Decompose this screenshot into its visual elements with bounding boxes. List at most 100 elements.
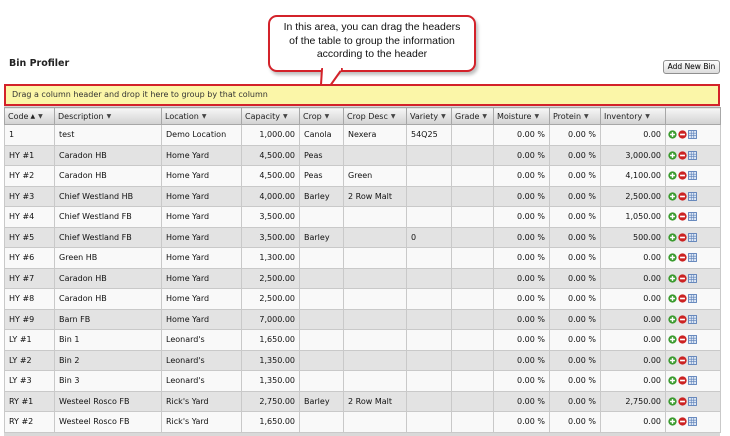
details-icon[interactable] [688, 212, 697, 222]
chevron-down-icon[interactable]: ▼ [38, 113, 43, 120]
cell-grade [451, 247, 494, 269]
chevron-down-icon[interactable]: ▼ [325, 113, 330, 120]
table-row[interactable]: HY #2 Caradon HB Home Yard 4,500.00 Peas Gree… [4, 165, 721, 187]
table-row[interactable]: RY #2 Westeel Rosco FB Rick's Yard 1,650.00… [4, 411, 721, 433]
delete-icon[interactable] [678, 315, 687, 324]
add-icon[interactable] [668, 417, 677, 426]
details-icon[interactable] [688, 191, 697, 201]
table-row[interactable]: HY #8 Caradon HB Home Yard 2,500.00 0.00 % 0.… [4, 288, 721, 310]
column-header-variety[interactable]: Variety ▼ [406, 107, 452, 125]
delete-icon[interactable] [678, 274, 687, 283]
chevron-down-icon[interactable]: ▼ [584, 113, 589, 120]
details-icon[interactable] [688, 396, 697, 406]
delete-icon[interactable] [678, 233, 687, 242]
delete-icon[interactable] [678, 192, 687, 201]
table-row[interactable]: 1 test Demo Location 1,000.00 Canola Nexera 54… [4, 124, 721, 146]
cell-moisture: 0.00 % [493, 370, 550, 392]
sort-ascending-icon: ▲ [30, 112, 36, 120]
delete-icon[interactable] [678, 171, 687, 180]
table-row[interactable]: LY #2 Bin 2 Leonard's 1,350.00 0.00 % 0.00 % 0… [4, 349, 721, 371]
add-new-bin-button[interactable]: Add New Bin [663, 60, 720, 74]
cell-code: HY #4 [4, 206, 55, 228]
delete-icon[interactable] [678, 356, 687, 365]
cell-code: RY #1 [4, 390, 55, 412]
table-row[interactable]: HY #9 Barn FB Home Yard 7,000.00 0.00 % 0.00 … [4, 308, 721, 330]
details-icon[interactable] [688, 232, 697, 242]
details-icon[interactable] [688, 376, 697, 386]
details-icon[interactable] [688, 171, 697, 181]
details-icon[interactable] [688, 253, 697, 263]
chevron-down-icon[interactable]: ▼ [107, 113, 112, 120]
add-icon[interactable] [668, 151, 677, 160]
add-icon[interactable] [668, 212, 677, 221]
add-icon[interactable] [668, 130, 677, 139]
table-row[interactable]: HY #5 Chief Westland FB Home Yard 3,500.00 B… [4, 226, 721, 248]
table-row[interactable]: HY #6 Green HB Home Yard 1,300.00 0.00 % 0.00… [4, 247, 721, 269]
cell-moisture: 0.00 % [493, 411, 550, 433]
chevron-down-icon[interactable]: ▼ [441, 113, 446, 120]
add-icon[interactable] [668, 233, 677, 242]
column-header-grade[interactable]: Grade ▼ [451, 107, 494, 125]
delete-icon[interactable] [678, 253, 687, 262]
chevron-down-icon[interactable]: ▼ [391, 113, 396, 120]
chevron-down-icon[interactable]: ▼ [202, 113, 207, 120]
delete-icon[interactable] [678, 397, 687, 406]
table-row[interactable]: RY #1 Westeel Rosco FB Rick's Yard 2,750.00… [4, 390, 721, 412]
column-header-crop[interactable]: Crop ▼ [299, 107, 344, 125]
column-header-inventory[interactable]: Inventory ▼ [600, 107, 666, 125]
chevron-down-icon[interactable]: ▼ [645, 113, 650, 120]
delete-icon[interactable] [678, 294, 687, 303]
column-header-description[interactable]: Description ▼ [54, 107, 162, 125]
add-icon[interactable] [668, 192, 677, 201]
add-icon[interactable] [668, 294, 677, 303]
add-icon[interactable] [668, 274, 677, 283]
group-by-drop-zone[interactable]: Drag a column header and drop it here to… [4, 84, 720, 106]
add-icon[interactable] [668, 397, 677, 406]
column-header-moisture[interactable]: Moisture ▼ [493, 107, 550, 125]
delete-icon[interactable] [678, 417, 687, 426]
column-header-capacity[interactable]: Capacity ▼ [241, 107, 300, 125]
table-row[interactable]: HY #3 Chief Westland HB Home Yard 4,000.00 B… [4, 185, 721, 207]
chevron-down-icon[interactable]: ▼ [534, 113, 539, 120]
cell-description: Bin 1 [54, 329, 162, 351]
delete-icon[interactable] [678, 335, 687, 344]
cell-actions [665, 185, 721, 207]
table-row[interactable]: LY #1 Bin 1 Leonard's 1,650.00 0.00 % 0.00 % 0… [4, 329, 721, 351]
cell-code: HY #2 [4, 165, 55, 187]
column-header-code[interactable]: Code ▲ ▼ [4, 107, 55, 125]
add-icon[interactable] [668, 253, 677, 262]
cell-grade [451, 226, 494, 248]
details-icon[interactable] [688, 273, 697, 283]
add-icon[interactable] [668, 356, 677, 365]
column-header-crop-desc[interactable]: Crop Desc ▼ [343, 107, 407, 125]
cell-inventory: 1,050.00 [600, 206, 666, 228]
delete-icon[interactable] [678, 151, 687, 160]
add-icon[interactable] [668, 315, 677, 324]
delete-icon[interactable] [678, 212, 687, 221]
delete-icon[interactable] [678, 376, 687, 385]
cell-actions [665, 165, 721, 187]
add-icon[interactable] [668, 376, 677, 385]
add-icon[interactable] [668, 171, 677, 180]
details-icon[interactable] [688, 294, 697, 304]
add-icon[interactable] [668, 335, 677, 344]
details-icon[interactable] [688, 355, 697, 365]
details-icon[interactable] [688, 417, 697, 427]
bin-grid: Drag a column header and drop it here to… [4, 84, 721, 436]
cell-capacity: 1,300.00 [241, 247, 300, 269]
chevron-down-icon[interactable]: ▼ [283, 113, 288, 120]
chevron-down-icon[interactable]: ▼ [482, 113, 487, 120]
delete-icon[interactable] [678, 130, 687, 139]
table-row[interactable]: LY #3 Bin 3 Leonard's 1,350.00 0.00 % 0.00 % 0… [4, 370, 721, 392]
cell-crop [299, 247, 344, 269]
table-row[interactable]: HY #1 Caradon HB Home Yard 4,500.00 Peas 0.00… [4, 144, 721, 166]
cell-grade [451, 411, 494, 433]
column-header-protein[interactable]: Protein ▼ [549, 107, 601, 125]
details-icon[interactable] [688, 314, 697, 324]
column-header-location[interactable]: Location ▼ [161, 107, 242, 125]
table-row[interactable]: HY #7 Caradon HB Home Yard 2,500.00 0.00 % 0.… [4, 267, 721, 289]
table-row[interactable]: HY #4 Chief Westland FB Home Yard 3,500.00 0… [4, 206, 721, 228]
details-icon[interactable] [688, 150, 697, 160]
details-icon[interactable] [688, 130, 697, 140]
details-icon[interactable] [688, 335, 697, 345]
